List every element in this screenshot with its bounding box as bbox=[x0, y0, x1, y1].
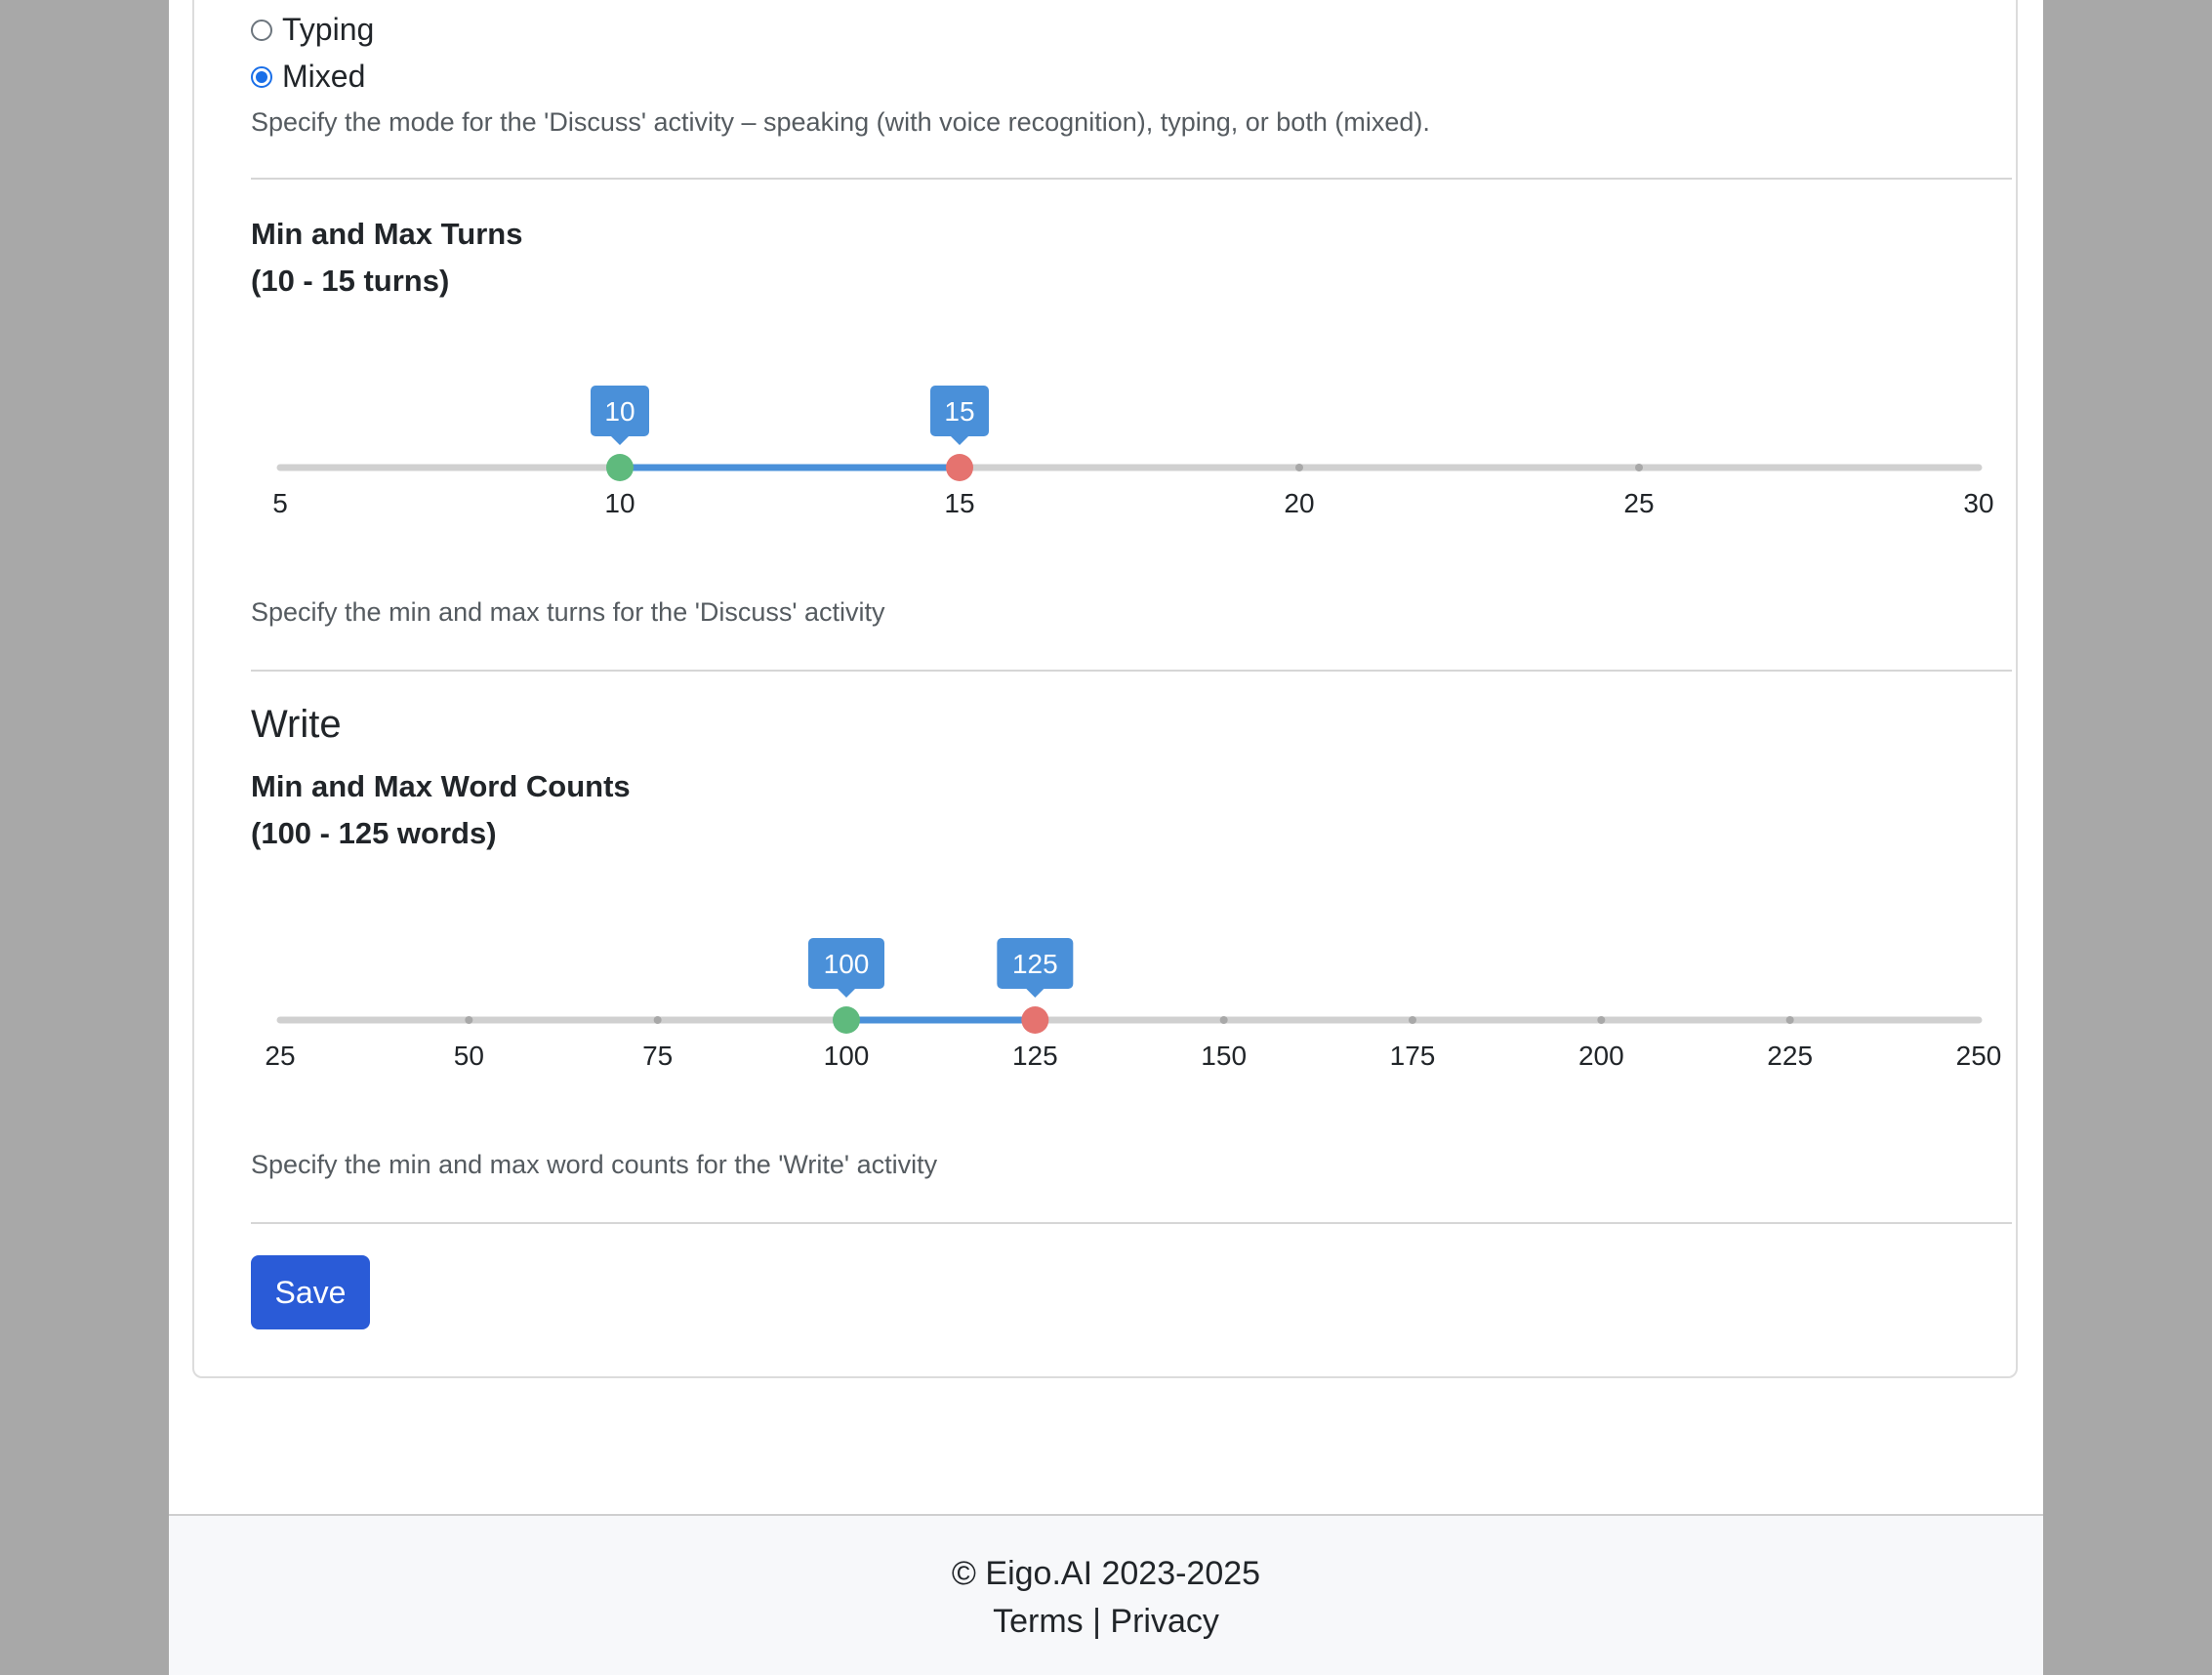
words-tick-dot bbox=[1409, 1016, 1416, 1024]
footer-separator: | bbox=[1092, 1603, 1101, 1640]
words-tick-dot bbox=[465, 1016, 473, 1024]
words-tick-label: 250 bbox=[1956, 1041, 2002, 1071]
words-tick-dot bbox=[1785, 1016, 1794, 1024]
words-tick-dot bbox=[1219, 1016, 1228, 1024]
footer-links: Terms | Privacy bbox=[169, 1603, 2043, 1641]
words-tick-label: 100 bbox=[824, 1041, 870, 1071]
footer: © Eigo.AI 2023-2025 Terms | Privacy bbox=[169, 1514, 2043, 1675]
footer-copyright: © Eigo.AI 2023-2025 bbox=[951, 1555, 1261, 1592]
words-tick-label: 125 bbox=[1012, 1041, 1058, 1071]
words-tick-label: 175 bbox=[1390, 1041, 1436, 1071]
settings-card: Typing Mixed Specify the mode for the 'D… bbox=[192, 0, 2018, 1378]
words-low-tooltip-label: 100 bbox=[824, 949, 870, 979]
page: Typing Mixed Specify the mode for the 'D… bbox=[169, 0, 2043, 1675]
words-high-handle[interactable] bbox=[1021, 1006, 1049, 1034]
save-button[interactable]: Save bbox=[251, 1255, 370, 1329]
terms-link[interactable]: Terms bbox=[993, 1603, 1084, 1640]
words-low-tooltip-arrow bbox=[838, 989, 855, 998]
words-high-tooltip-arrow bbox=[1026, 989, 1045, 998]
word-count-slider-svg[interactable]: 25 50 75 100 125 150 175 200 225 250 100 125 bbox=[194, 0, 2020, 1154]
words-tick-label: 75 bbox=[642, 1041, 673, 1071]
words-tick-label: 200 bbox=[1578, 1041, 1624, 1071]
words-tick-dot bbox=[1597, 1016, 1606, 1024]
words-low-handle[interactable] bbox=[833, 1006, 860, 1034]
words-tick-label: 225 bbox=[1767, 1041, 1813, 1071]
words-high-tooltip-label: 125 bbox=[1012, 949, 1058, 979]
privacy-link[interactable]: Privacy bbox=[1110, 1603, 1218, 1640]
words-tick-label: 25 bbox=[265, 1041, 295, 1071]
words-tick-label: 150 bbox=[1201, 1041, 1247, 1071]
write-help-text: Specify the min and max word counts for … bbox=[251, 1150, 938, 1179]
divider bbox=[251, 1222, 2012, 1224]
words-tick-dot bbox=[653, 1016, 662, 1024]
words-tick-label: 50 bbox=[454, 1041, 484, 1071]
